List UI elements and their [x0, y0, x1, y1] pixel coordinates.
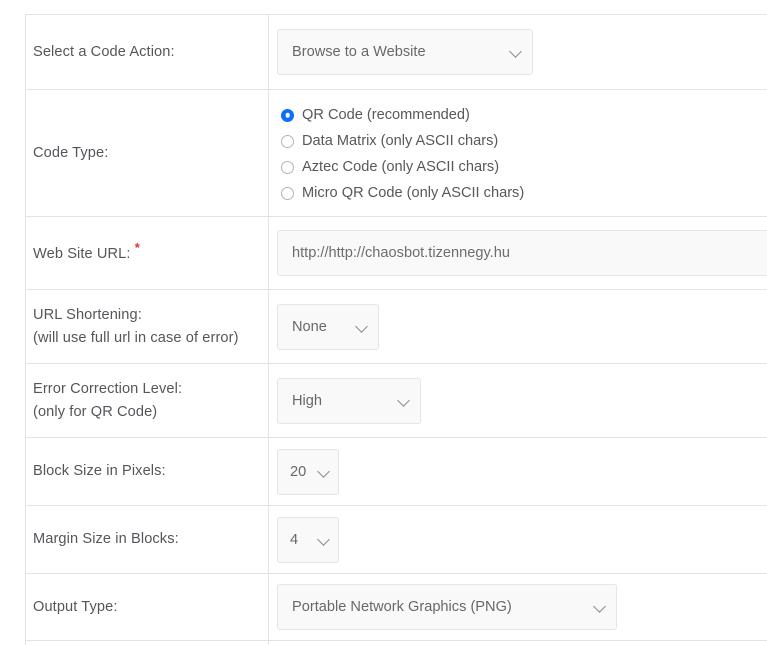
table-row-margin-size: Margin Size in Blocks: 4	[25, 505, 767, 574]
code-type-radio-group: QR Code (recommended) Data Matrix (only …	[277, 100, 767, 206]
chevron-down-icon	[318, 533, 330, 545]
radio-label-micro-qr-code: Micro QR Code (only ASCII chars)	[302, 184, 525, 201]
label-cell-block-size: Block Size in Pixels:	[25, 437, 269, 506]
field-cell-code-type: QR Code (recommended) Data Matrix (only …	[268, 89, 767, 217]
radio-option-micro-qr-code[interactable]: Micro QR Code (only ASCII chars)	[281, 180, 767, 206]
field-cell-next-partial	[268, 640, 767, 645]
block-size-select[interactable]: 20	[277, 448, 339, 495]
code-type-label: Code Type:	[33, 144, 109, 161]
chevron-down-icon	[356, 320, 368, 332]
block-size-label: Block Size in Pixels:	[33, 463, 166, 480]
field-cell-url-shortening: None	[268, 289, 767, 364]
error-correction-level-select-value: High	[292, 392, 323, 409]
radio-label-data-matrix: Data Matrix (only ASCII chars)	[302, 132, 499, 149]
url-shortening-select-value: None	[292, 318, 327, 335]
field-cell-website-url: http://http://chaosbot.tizennegy.hu	[268, 216, 767, 290]
output-type-select-value: Portable Network Graphics (PNG)	[292, 599, 512, 615]
radio-unselected-icon	[281, 160, 294, 174]
table-row-code-action: Select a Code Action: Browse to a Websit…	[25, 14, 767, 90]
label-cell-code-type: Code Type:	[25, 89, 269, 217]
output-type-label: Output Type:	[33, 598, 118, 615]
label-cell-url-shortening: URL Shortening: (will use full url in ca…	[25, 289, 269, 364]
margin-size-label: Margin Size in Blocks:	[33, 531, 179, 548]
label-cell-code-action: Select a Code Action:	[25, 14, 269, 90]
field-cell-error-correction-level: High	[268, 363, 767, 438]
error-correction-level-label: Error Correction Level:	[33, 380, 183, 397]
label-cell-website-url: Web Site URL: *	[25, 216, 269, 290]
chevron-down-icon	[318, 465, 330, 477]
table-row-next-partial	[25, 640, 767, 645]
website-url-label: Web Site URL: *	[33, 241, 268, 265]
radio-option-aztec-code[interactable]: Aztec Code (only ASCII chars)	[281, 154, 767, 180]
block-size-select-value: 20	[290, 463, 307, 480]
error-correction-level-sublabel: (only for QR Code)	[33, 403, 158, 420]
radio-unselected-icon	[281, 186, 294, 200]
code-settings-table: Select a Code Action: Browse to a Websit…	[25, 14, 767, 645]
radio-option-data-matrix[interactable]: Data Matrix (only ASCII chars)	[281, 128, 767, 154]
label-cell-output-type: Output Type:	[25, 573, 269, 641]
output-type-select[interactable]: Portable Network Graphics (PNG)	[277, 584, 617, 630]
margin-size-select-value: 4	[290, 531, 299, 548]
margin-size-select[interactable]: 4	[277, 516, 339, 563]
chevron-down-icon	[398, 394, 410, 406]
error-correction-level-select[interactable]: High	[277, 377, 421, 424]
url-shortening-sublabel: (will use full url in case of error)	[33, 329, 239, 346]
label-cell-next-partial	[25, 640, 269, 645]
website-url-input[interactable]: http://http://chaosbot.tizennegy.hu	[277, 230, 767, 276]
code-action-label: Select a Code Action:	[33, 43, 175, 60]
code-action-select[interactable]: Browse to a Website	[277, 29, 533, 75]
table-row-block-size: Block Size in Pixels: 20	[25, 437, 767, 506]
radio-label-qr-code: QR Code (recommended)	[302, 106, 470, 123]
url-shortening-select[interactable]: None	[277, 303, 379, 350]
field-cell-output-type: Portable Network Graphics (PNG)	[268, 573, 767, 641]
table-row-url-shortening: URL Shortening: (will use full url in ca…	[25, 289, 767, 364]
chevron-down-icon	[594, 600, 606, 612]
qr-code-generator-form-page: Select a Code Action: Browse to a Websit…	[0, 0, 767, 645]
chevron-down-icon	[510, 45, 522, 57]
code-action-select-value: Browse to a Website	[292, 44, 426, 60]
radio-option-qr-code[interactable]: QR Code (recommended)	[281, 102, 767, 128]
required-marker: *	[134, 239, 140, 255]
label-cell-error-correction-level: Error Correction Level: (only for QR Cod…	[25, 363, 269, 438]
field-cell-margin-size: 4	[268, 505, 767, 574]
table-row-error-correction-level: Error Correction Level: (only for QR Cod…	[25, 363, 767, 438]
url-shortening-label: URL Shortening:	[33, 306, 142, 323]
table-row-website-url: Web Site URL: * http://http://chaosbot.t…	[25, 216, 767, 290]
label-cell-margin-size: Margin Size in Blocks:	[25, 505, 269, 574]
radio-label-aztec-code: Aztec Code (only ASCII chars)	[302, 158, 500, 175]
website-url-label-text: Web Site URL:	[33, 245, 131, 262]
table-row-code-type: Code Type: QR Code (recommended) Data Ma…	[25, 89, 767, 217]
field-cell-block-size: 20	[268, 437, 767, 506]
field-cell-code-action: Browse to a Website	[268, 14, 767, 90]
radio-selected-icon	[281, 108, 294, 122]
radio-unselected-icon	[281, 134, 294, 148]
table-row-output-type: Output Type: Portable Network Graphics (…	[25, 573, 767, 641]
